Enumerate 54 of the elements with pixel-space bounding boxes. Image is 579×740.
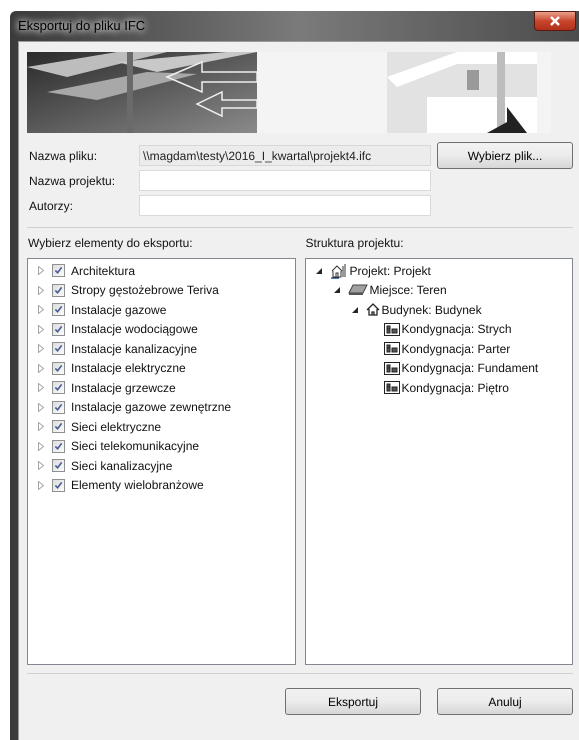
close-button[interactable] — [534, 11, 576, 31]
field-label: Nazwa pliku: — [29, 148, 98, 164]
house-icon — [366, 303, 380, 316]
tree-item[interactable]: Kondygnacja: Strych — [402, 320, 512, 338]
collapse-arrow-icon[interactable] — [352, 306, 358, 313]
checkbox[interactable] — [52, 322, 65, 336]
text-field[interactable] — [139, 170, 431, 191]
checkbox[interactable] — [52, 284, 65, 297]
checkbox[interactable] — [52, 400, 65, 414]
building-icon — [330, 262, 348, 279]
tree-item[interactable]: Budynek: Budynek — [382, 300, 482, 319]
terrain-slab-icon — [348, 284, 368, 296]
tree-item[interactable]: Instalacje grzewcze — [71, 378, 176, 397]
checkbox[interactable] — [52, 264, 65, 278]
field-label: Nazwa projektu: — [29, 172, 116, 190]
dialog-button[interactable]: Eksportuj — [285, 688, 421, 715]
tree-item[interactable]: Instalacje elektryczne — [71, 359, 186, 378]
tree-item[interactable]: Kondygnacja: Parter — [402, 340, 510, 358]
checkbox[interactable] — [52, 303, 65, 316]
section-label: Struktura projektu: — [304, 235, 405, 252]
tree-item[interactable]: Instalacje gazowe zewnętrzne — [71, 398, 232, 416]
tree-item[interactable]: Sieci kanalizacyjne — [71, 456, 172, 475]
checkbox[interactable] — [52, 459, 65, 472]
tree-item[interactable]: Projekt: Projekt — [350, 262, 431, 280]
collapse-arrow-icon[interactable] — [316, 268, 322, 274]
dialog-button[interactable]: Wybierz plik... — [437, 142, 573, 169]
text-field[interactable] — [139, 195, 431, 216]
tree-item[interactable]: Architektura — [71, 262, 136, 280]
checkbox[interactable] — [52, 381, 65, 394]
tree-item[interactable]: Instalacje gazowe — [71, 300, 166, 319]
tree-item[interactable]: Kondygnacja: Fundament — [402, 359, 538, 378]
field-label: Autorzy: — [29, 198, 74, 214]
tree-item[interactable]: Sieci telekomunikacyjne — [71, 437, 200, 456]
checkbox[interactable] — [52, 362, 65, 375]
checkbox[interactable] — [52, 440, 65, 453]
checkbox[interactable] — [52, 342, 65, 356]
tree-item[interactable]: Elementy wielobranżowe — [71, 476, 204, 494]
storey-icon — [384, 362, 400, 375]
window-title: Eksportuj do pliku IFC — [18, 17, 146, 36]
tree-item[interactable]: Stropy gęstożebrowe Teriva — [71, 281, 219, 300]
tree-item[interactable]: Miejsce: Teren — [370, 281, 447, 300]
checkbox[interactable] — [52, 420, 65, 434]
close-icon — [550, 16, 560, 26]
storey-icon — [384, 322, 400, 336]
storey-icon — [384, 381, 400, 394]
tree-item[interactable]: Kondygnacja: Piętro — [402, 378, 509, 397]
collapse-arrow-icon[interactable] — [334, 287, 340, 294]
tree-item[interactable]: Sieci elektryczne — [71, 418, 162, 436]
section-label: Wybierz elementy do eksportu: — [27, 235, 194, 252]
tree-item[interactable]: Instalacje kanalizacyjne — [71, 340, 198, 358]
storey-icon — [384, 342, 400, 356]
checkbox[interactable] — [52, 478, 65, 492]
dialog-button[interactable]: Anuluj — [437, 688, 573, 715]
tree-item[interactable]: Instalacje wodociągowe — [71, 320, 198, 338]
